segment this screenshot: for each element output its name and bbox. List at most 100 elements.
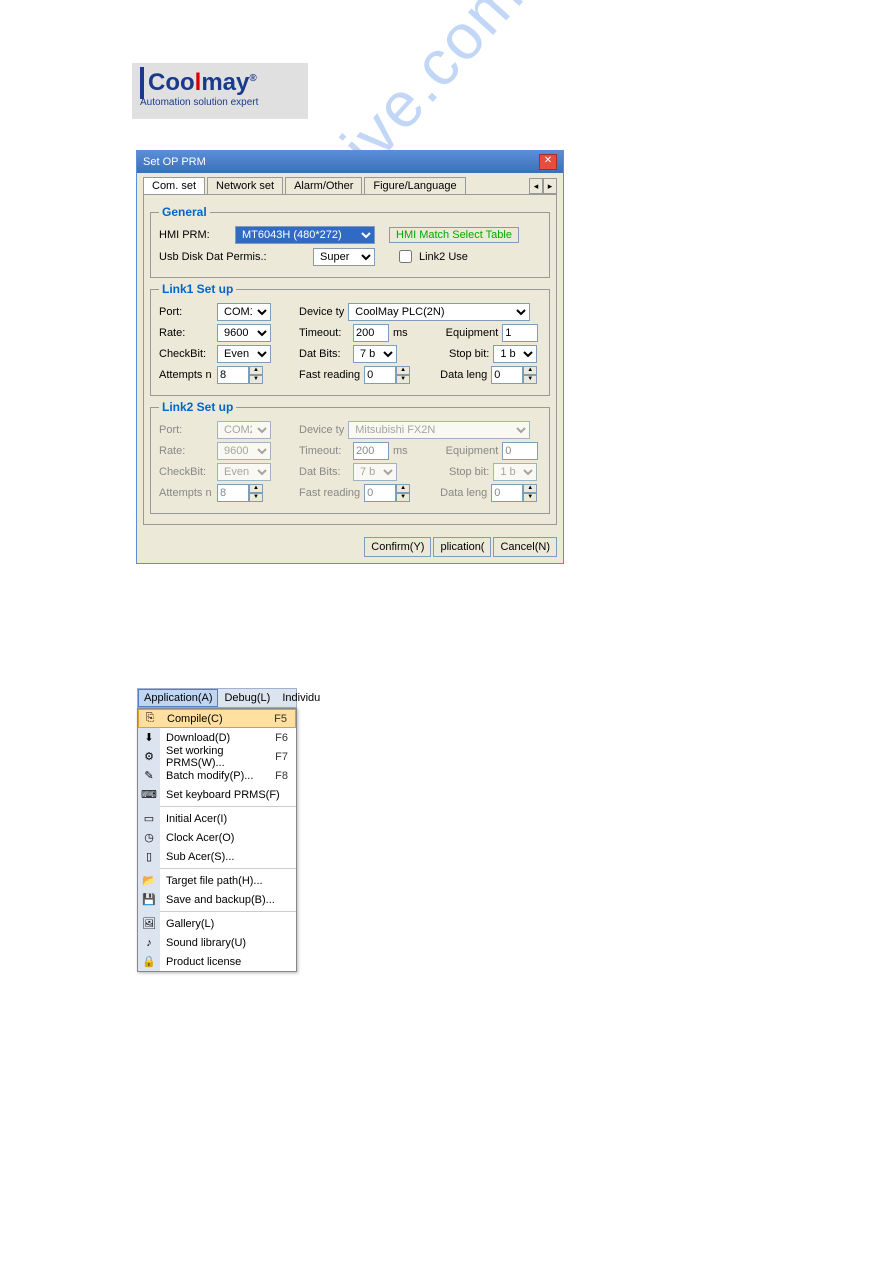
link2-attempts-label: Attempts n	[159, 487, 213, 499]
compile-icon: ⎘	[139, 710, 161, 727]
menu-save-backup[interactable]: 💾 Save and backup(B)...	[138, 890, 296, 909]
link2-checkbit-label: CheckBit:	[159, 466, 213, 478]
hmi-prm-select[interactable]: MT6043H (480*272)	[235, 226, 375, 244]
link1-timeout-unit: ms	[393, 327, 408, 339]
link1-datalength-spinner[interactable]: ▲▼	[491, 366, 537, 384]
license-icon: 🔒	[138, 952, 160, 971]
brand-logo: Coolmay® Automation solution expert	[132, 63, 308, 119]
hmi-prm-label: HMI PRM:	[159, 229, 231, 241]
dialog-buttons: Confirm(Y) plication( Cancel(N)	[137, 531, 563, 563]
menu-batch-accel: F8	[275, 770, 296, 782]
window-icon: ▭	[138, 809, 160, 828]
tab-com-set[interactable]: Com. set	[143, 177, 205, 194]
download-icon: ⬇	[138, 728, 160, 747]
sound-icon: ♪	[138, 933, 160, 952]
link1-datalength-label: Data leng	[440, 369, 487, 381]
menu-clock-acer[interactable]: ◷ Clock Acer(O)	[138, 828, 296, 847]
spin-up-icon[interactable]: ▲	[249, 366, 263, 375]
menubar: Application(A) Debug(L) Individu	[137, 688, 297, 708]
link1-stopbit-label: Stop bit:	[449, 348, 489, 360]
link1-port-select[interactable]: COM1	[217, 303, 271, 321]
link2-use-label: Link2 Use	[419, 251, 468, 263]
link1-fastreading-spinner[interactable]: ▲▼	[364, 366, 410, 384]
link2-stopbit-label: Stop bit:	[449, 466, 489, 478]
menubar-individual[interactable]: Individu	[276, 689, 326, 707]
spin-down-icon: ▼	[249, 493, 263, 502]
link2-fastreading-spinner: ▲▼	[364, 484, 410, 502]
dialog-title: Set OP PRM	[143, 156, 206, 168]
link1-fastreading-label: Fast reading	[299, 369, 360, 381]
menubar-application[interactable]: Application(A)	[138, 689, 218, 707]
menu-set-keyboard-prms[interactable]: ⌨ Set keyboard PRMS(F)	[138, 785, 296, 804]
settings-icon: ⚙	[138, 747, 160, 766]
menu-compile[interactable]: ⎘ Compile(C) F5	[138, 709, 296, 728]
link1-timeout-input[interactable]	[353, 324, 389, 342]
link2-equipment-label: Equipment	[446, 445, 499, 457]
spin-down-icon[interactable]: ▼	[396, 375, 410, 384]
dialog-titlebar[interactable]: Set OP PRM ✕	[137, 151, 563, 173]
link1-rate-select[interactable]: 9600	[217, 324, 271, 342]
cancel-button[interactable]: Cancel(N)	[493, 537, 557, 557]
batch-icon: ✎	[138, 766, 160, 785]
menu-batch-modify[interactable]: ✎ Batch modify(P)... F8	[138, 766, 296, 785]
link1-attempts-label: Attempts n	[159, 369, 213, 381]
link1-databits-label: Dat Bits:	[299, 348, 349, 360]
link2-port-select: COM2	[217, 421, 271, 439]
tab-figure-language[interactable]: Figure/Language	[364, 177, 465, 194]
link2-attempts-spinner: ▲▼	[217, 484, 263, 502]
tab-alarm-other[interactable]: Alarm/Other	[285, 177, 362, 194]
link2-fastreading-label: Fast reading	[299, 487, 360, 499]
application-button[interactable]: plication(	[433, 537, 491, 557]
link2-checkbit-select: Even	[217, 463, 271, 481]
link2-rate-label: Rate:	[159, 445, 213, 457]
menu-sub-acer[interactable]: ▯ Sub Acer(S)...	[138, 847, 296, 866]
spin-down-icon[interactable]: ▼	[523, 375, 537, 384]
close-icon[interactable]: ✕	[539, 154, 557, 170]
hmi-match-button[interactable]: HMI Match Select Table	[389, 227, 519, 243]
clock-icon: ◷	[138, 828, 160, 847]
menu-sound-library[interactable]: ♪ Sound library(U)	[138, 933, 296, 952]
link1-equipment-input[interactable]	[502, 324, 538, 342]
link1-stopbit-select[interactable]: 1 b	[493, 345, 537, 363]
spin-up-icon: ▲	[523, 484, 537, 493]
link1-equipment-label: Equipment	[446, 327, 499, 339]
general-legend: General	[159, 205, 210, 219]
link2-databits-label: Dat Bits:	[299, 466, 349, 478]
menu-target-file-path[interactable]: 📂 Target file path(H)...	[138, 871, 296, 890]
link1-databits-select[interactable]: 7 b	[353, 345, 397, 363]
tab-network-set[interactable]: Network set	[207, 177, 283, 194]
link1-legend: Link1 Set up	[159, 282, 236, 296]
menu-set-working-prms[interactable]: ⚙ Set working PRMS(W)... F7	[138, 747, 296, 766]
menu-gallery[interactable]: 🖼 Gallery(L)	[138, 914, 296, 933]
brand-tagline: Automation solution expert	[140, 97, 300, 108]
gallery-icon: 🖼	[138, 914, 160, 933]
link1-attempts-spinner[interactable]: ▲▼	[217, 366, 263, 384]
spin-up-icon[interactable]: ▲	[523, 366, 537, 375]
spin-up-icon: ▲	[396, 484, 410, 493]
link1-timeout-label: Timeout:	[299, 327, 349, 339]
link1-device-select[interactable]: CoolMay PLC(2N)	[348, 303, 530, 321]
application-dropdown-menu: ⎘ Compile(C) F5 ⬇ Download(D) F6 ⚙ Set w…	[137, 708, 297, 972]
link1-rate-label: Rate:	[159, 327, 213, 339]
link2-timeout-input	[353, 442, 389, 460]
menu-product-license[interactable]: 🔒 Product license	[138, 952, 296, 971]
link2-use-checkbox[interactable]	[399, 250, 412, 263]
link1-checkbit-select[interactable]: Even	[217, 345, 271, 363]
menu-initial-acer[interactable]: ▭ Initial Acer(I)	[138, 809, 296, 828]
link2-equipment-input	[502, 442, 538, 460]
spin-up-icon: ▲	[249, 484, 263, 493]
spin-down-icon[interactable]: ▼	[249, 375, 263, 384]
keyboard-icon: ⌨	[138, 785, 160, 804]
spin-up-icon[interactable]: ▲	[396, 366, 410, 375]
menubar-debug[interactable]: Debug(L)	[218, 689, 276, 707]
link2-stopbit-select: 1 b	[493, 463, 537, 481]
tab-scroll-right-icon[interactable]: ▸	[543, 178, 557, 194]
link2-datalength-spinner: ▲▼	[491, 484, 537, 502]
spin-down-icon: ▼	[523, 493, 537, 502]
link2-device-label: Device ty	[299, 424, 344, 436]
tab-scroll-left-icon[interactable]: ◂	[529, 178, 543, 194]
link1-group: Link1 Set up Port: COM1 Device ty CoolMa…	[150, 282, 550, 396]
confirm-button[interactable]: Confirm(Y)	[364, 537, 431, 557]
usb-permis-select[interactable]: Super	[313, 248, 375, 266]
folder-open-icon: 📂	[138, 871, 160, 890]
